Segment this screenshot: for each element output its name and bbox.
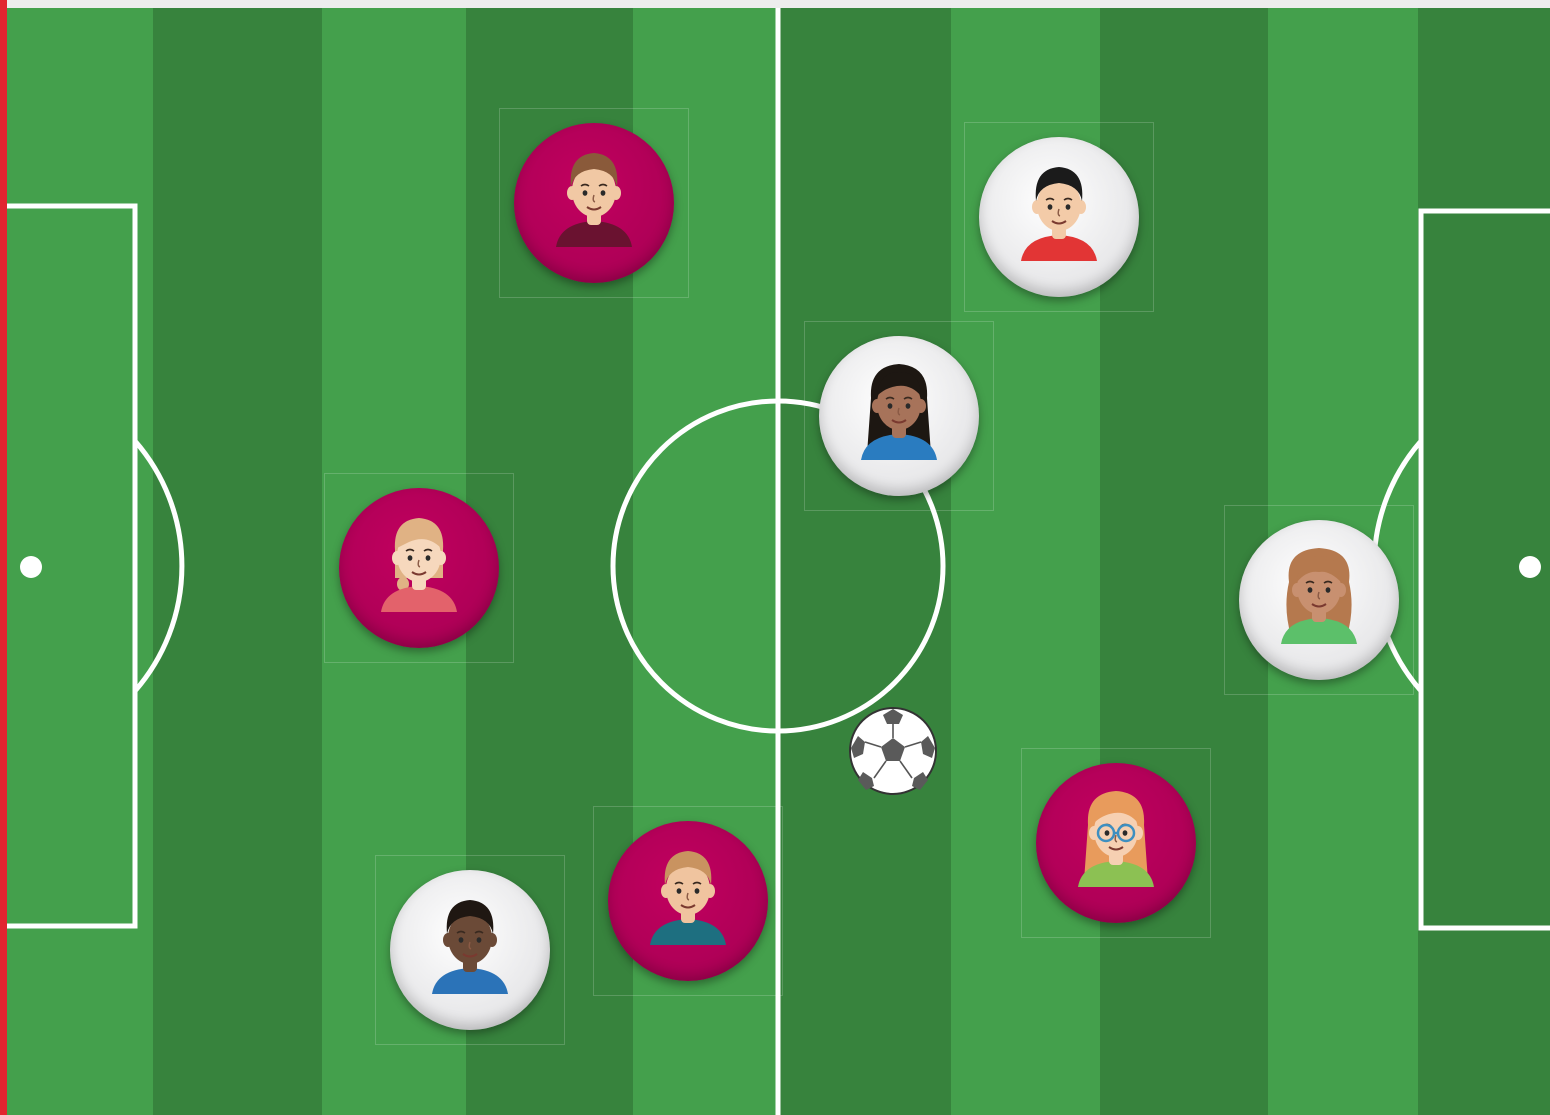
player-token[interactable]: [804, 321, 994, 511]
player-token[interactable]: [375, 855, 565, 1045]
player-token[interactable]: [324, 473, 514, 663]
left-edge-accent: [0, 0, 7, 1115]
player-token[interactable]: [964, 122, 1154, 312]
player-token[interactable]: [499, 108, 689, 298]
avatar-icon: [861, 364, 937, 460]
avatar-icon: [1281, 548, 1357, 644]
right-penalty-spot: [1519, 556, 1541, 578]
player-token[interactable]: [1021, 748, 1211, 938]
pitch-stripe: [153, 8, 322, 1115]
avatar-icon: [381, 518, 457, 612]
soccer-ball-icon[interactable]: [848, 706, 938, 796]
avatar-icon: [432, 900, 508, 994]
avatar-icon: [650, 851, 726, 945]
left-penalty-spot: [20, 556, 42, 578]
lineup-board: [0, 0, 1550, 1115]
player-token[interactable]: [1224, 505, 1414, 695]
avatar-icon: [1078, 791, 1154, 887]
avatar-icon: [556, 153, 632, 247]
avatar-icon: [1021, 167, 1097, 261]
pitch-stripe: [778, 8, 951, 1115]
player-token[interactable]: [593, 806, 783, 996]
